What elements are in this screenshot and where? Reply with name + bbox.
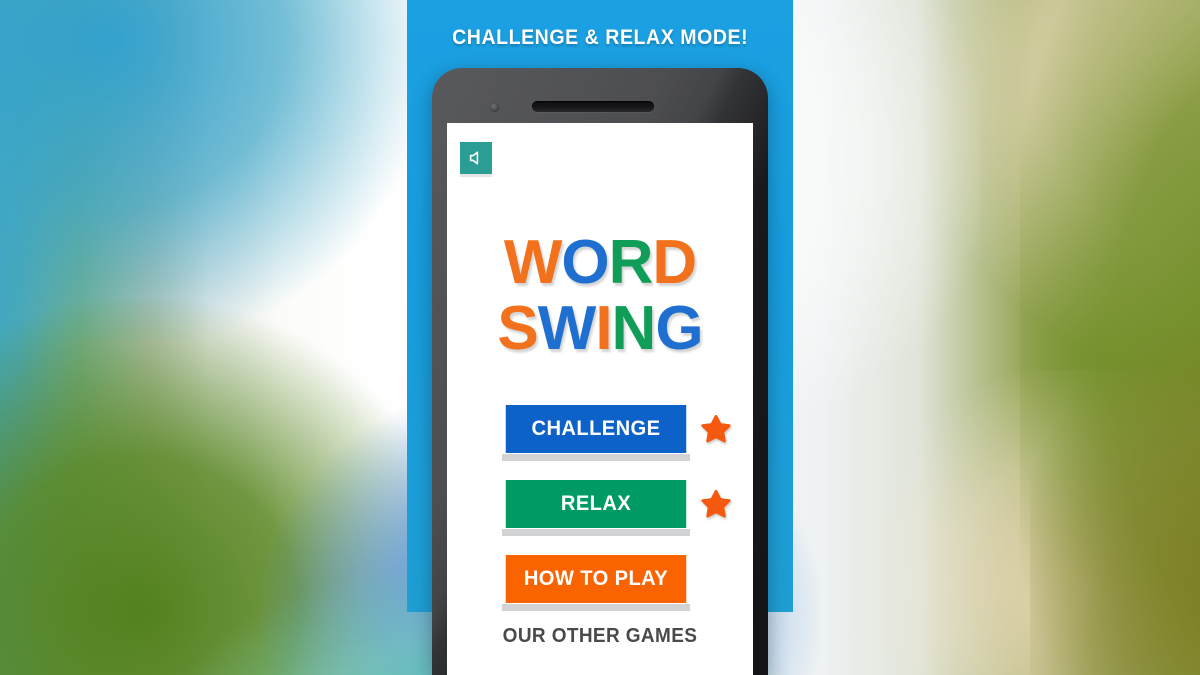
logo-word-letter-w-0: W [503, 228, 563, 297]
menu-row: RELAX [447, 480, 753, 555]
menu-button-wrapper: CHALLENGE [502, 405, 690, 461]
earpiece-speaker-slot-icon [532, 101, 654, 112]
star-icon [700, 413, 732, 445]
sound-toggle-button[interactable] [460, 142, 492, 174]
menu-button-relax[interactable]: RELAX [505, 480, 687, 528]
menu-button-shadow [502, 604, 690, 611]
menu-button-how-to-play[interactable]: HOW TO PLAY [505, 555, 687, 603]
menu-button-label: RELAX [560, 492, 632, 515]
front-camera-dot-icon [490, 103, 499, 112]
our-other-games-label[interactable]: OUR OTHER GAMES [455, 625, 746, 648]
logo-line-swing: SWING [447, 293, 753, 363]
logo-word-letter-d-3: D [652, 228, 697, 297]
logo-swing-letter-n-3: N [611, 293, 657, 363]
game-logo: WORD SWING [447, 228, 753, 363]
menu-button-challenge[interactable]: CHALLENGE [505, 405, 687, 453]
logo-swing-letter-w-1: W [537, 293, 597, 363]
menu-button-wrapper: RELAX [502, 480, 690, 536]
phone-mockup: WORD SWING CHALLENGE RELAX HOW TO PLAY OUR… [432, 68, 768, 675]
promo-headline: CHALLENGE & RELAX MODE! [451, 26, 749, 49]
logo-word-letter-o-1: O [561, 228, 609, 297]
phone-screen: WORD SWING CHALLENGE RELAX HOW TO PLAY OUR… [447, 123, 753, 675]
menu-row: CHALLENGE [447, 405, 753, 480]
menu-row: HOW TO PLAY [447, 555, 753, 630]
menu-button-label: CHALLENGE [531, 417, 661, 440]
logo-word-letter-r-2: R [608, 228, 654, 297]
menu-button-shadow [502, 454, 690, 461]
logo-swing-letter-s-0: S [497, 293, 538, 363]
main-menu: CHALLENGE RELAX HOW TO PLAY [447, 405, 753, 630]
logo-swing-letter-g-4: G [655, 293, 703, 363]
star-icon [700, 488, 732, 520]
speaker-mute-icon [468, 150, 484, 166]
menu-button-label: HOW TO PLAY [523, 567, 669, 590]
menu-button-shadow [502, 529, 690, 536]
menu-button-wrapper: HOW TO PLAY [502, 555, 690, 611]
logo-line-word: WORD [447, 228, 753, 297]
background-blue-blob-top-left [0, 0, 420, 340]
logo-swing-letter-i-2: I [595, 293, 612, 363]
background-olive-blob-bottom-right [1030, 330, 1200, 675]
